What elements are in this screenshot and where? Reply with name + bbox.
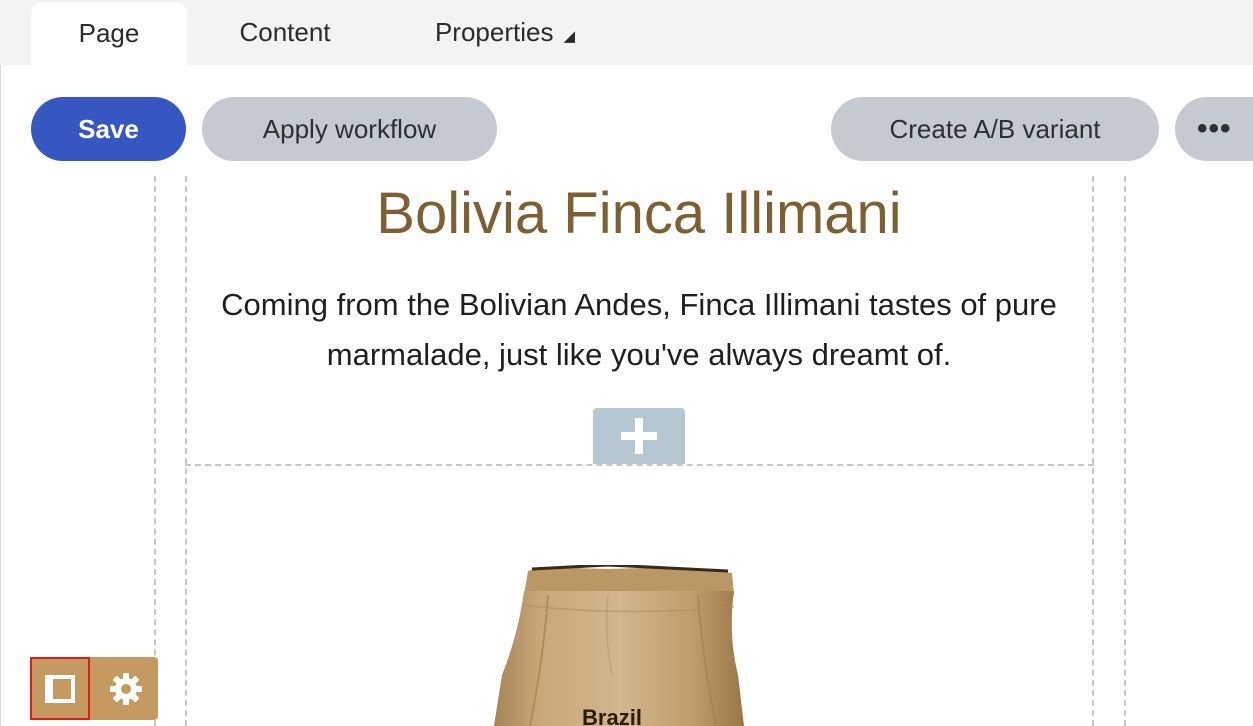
apply-workflow-button[interactable]: Apply workflow xyxy=(202,97,497,161)
page-heading[interactable]: Bolivia Finca Illimani xyxy=(186,176,1092,252)
save-button-label: Save xyxy=(78,113,139,144)
caret-down-icon: ◢ xyxy=(563,27,576,45)
tab-content-label: Content xyxy=(239,17,331,47)
gear-icon xyxy=(110,672,142,705)
more-options-icon: ••• xyxy=(1197,112,1232,145)
sidebar-layout-icon xyxy=(45,674,75,703)
editor-frame-border xyxy=(0,65,1,726)
section-guide-right xyxy=(1092,176,1094,726)
product-image[interactable]: Brazil xyxy=(488,563,748,726)
page-editor: Page Content Properties ◢ Save Apply wor… xyxy=(0,0,1253,726)
plus-icon xyxy=(621,418,657,454)
toggle-sidebar-button[interactable] xyxy=(30,657,90,720)
page-description[interactable]: Coming from the Bolivian Andes, Finca Il… xyxy=(196,280,1082,380)
more-options-button[interactable]: ••• xyxy=(1175,97,1253,161)
section-guide-left xyxy=(185,176,187,726)
section-divider xyxy=(185,464,1094,466)
outer-guide-right xyxy=(1124,176,1126,726)
create-ab-variant-label: Create A/B variant xyxy=(889,113,1101,144)
tab-properties[interactable]: Properties ◢ xyxy=(410,0,600,65)
create-ab-variant-button[interactable]: Create A/B variant xyxy=(831,97,1159,161)
tab-page[interactable]: Page xyxy=(31,2,187,65)
add-block-button[interactable] xyxy=(593,408,685,464)
save-button[interactable]: Save xyxy=(31,97,186,161)
bag-label-text: Brazil xyxy=(582,705,642,726)
coffee-bag-image: Brazil xyxy=(494,563,744,726)
apply-workflow-label: Apply workflow xyxy=(262,113,437,144)
tab-bar: Page Content Properties ◢ xyxy=(0,0,1253,65)
tab-content[interactable]: Content xyxy=(205,0,365,65)
settings-button[interactable] xyxy=(96,657,156,720)
tab-page-label: Page xyxy=(78,18,140,48)
outer-guide-left xyxy=(154,176,156,726)
tab-properties-label: Properties xyxy=(434,17,554,47)
editor-tools xyxy=(30,657,158,720)
